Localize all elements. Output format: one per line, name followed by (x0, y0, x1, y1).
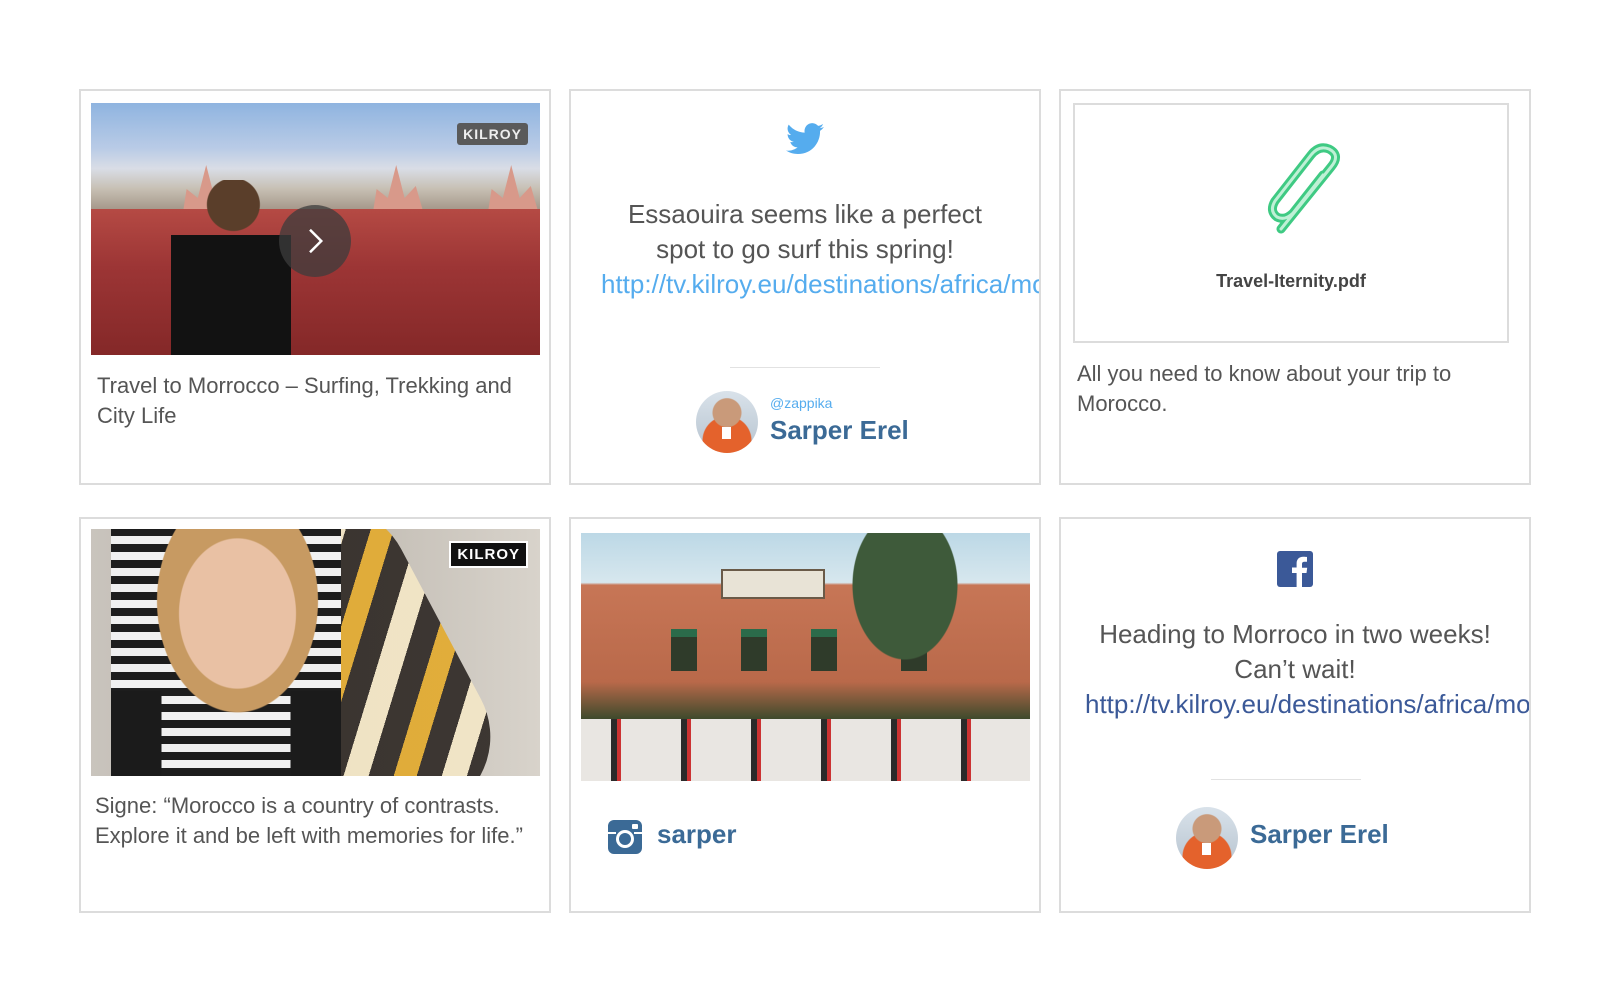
video-caption: Signe: “Morocco is a country of contrast… (95, 793, 523, 848)
instagram-username[interactable]: sarper (657, 819, 737, 850)
tweet-author[interactable]: Sarper Erel (770, 415, 909, 446)
tweet-card[interactable]: Essaouira seems like a perfect spot to g… (569, 89, 1041, 485)
facebook-card[interactable]: Heading to Morroco in two weeks! Can’t w… (1059, 517, 1531, 913)
avatar[interactable] (1176, 807, 1238, 869)
instagram-icon[interactable] (607, 819, 643, 860)
building-window (741, 629, 767, 671)
pdf-description: All you need to know about your trip to … (1077, 361, 1452, 416)
paperclip-icon (1261, 143, 1357, 248)
chevron-right-icon (309, 228, 324, 254)
video-thumbnail[interactable]: KILROY (91, 103, 540, 355)
facebook-icon (1061, 551, 1529, 592)
play-button[interactable] (279, 205, 351, 277)
divider (1211, 779, 1361, 780)
tweet-body: Essaouira seems like a perfect spot to g… (627, 199, 983, 264)
twitter-icon (571, 123, 1039, 160)
kilroy-logo-badge: KILROY (457, 123, 528, 145)
facebook-post-link[interactable]: http://tv.kilroy.eu/destinations/africa/… (1085, 689, 1529, 719)
instagram-photo[interactable] (581, 533, 1030, 781)
woman-figure (171, 180, 291, 355)
tweet-handle[interactable]: @zappika (770, 395, 832, 411)
divider (730, 367, 880, 368)
facebook-author[interactable]: Sarper Erel (1250, 819, 1389, 850)
avatar[interactable] (696, 391, 758, 453)
video-thumbnail[interactable]: KILROY (91, 529, 540, 776)
video-card-signe-interview[interactable]: KILROY Signe: “Morocco is a country of c… (79, 517, 551, 913)
pdf-preview-box[interactable]: Travel-Iternity.pdf (1073, 103, 1509, 343)
building-window (671, 629, 697, 671)
building-window (811, 629, 837, 671)
video-caption: Travel to Morrocco – Surfing, Trekking a… (97, 373, 512, 428)
facebook-post-text: Heading to Morroco in two weeks! Can’t w… (1061, 617, 1529, 722)
instagram-card[interactable]: sarper (569, 517, 1041, 913)
tweet-text: Essaouira seems like a perfect spot to g… (571, 197, 1039, 302)
cardigan (111, 691, 341, 776)
graffiti-wall (581, 719, 1030, 781)
facebook-post-body: Heading to Morroco in two weeks! Can’t w… (1099, 619, 1491, 684)
palm-tree (850, 533, 960, 663)
kilroy-logo-badge: KILROY (449, 541, 528, 568)
pdf-filename: Travel-Iternity.pdf (1216, 271, 1366, 291)
pdf-attachment-card[interactable]: Travel-Iternity.pdf All you need to know… (1059, 89, 1531, 485)
building-sign (721, 569, 825, 599)
tweet-link[interactable]: http://tv.kilroy.eu/destinations/africa/… (601, 269, 1039, 299)
video-card-morocco-travel[interactable]: KILROY Travel to Morrocco – Surfing, Tre… (79, 89, 551, 485)
morocco-building-image (581, 533, 1030, 781)
